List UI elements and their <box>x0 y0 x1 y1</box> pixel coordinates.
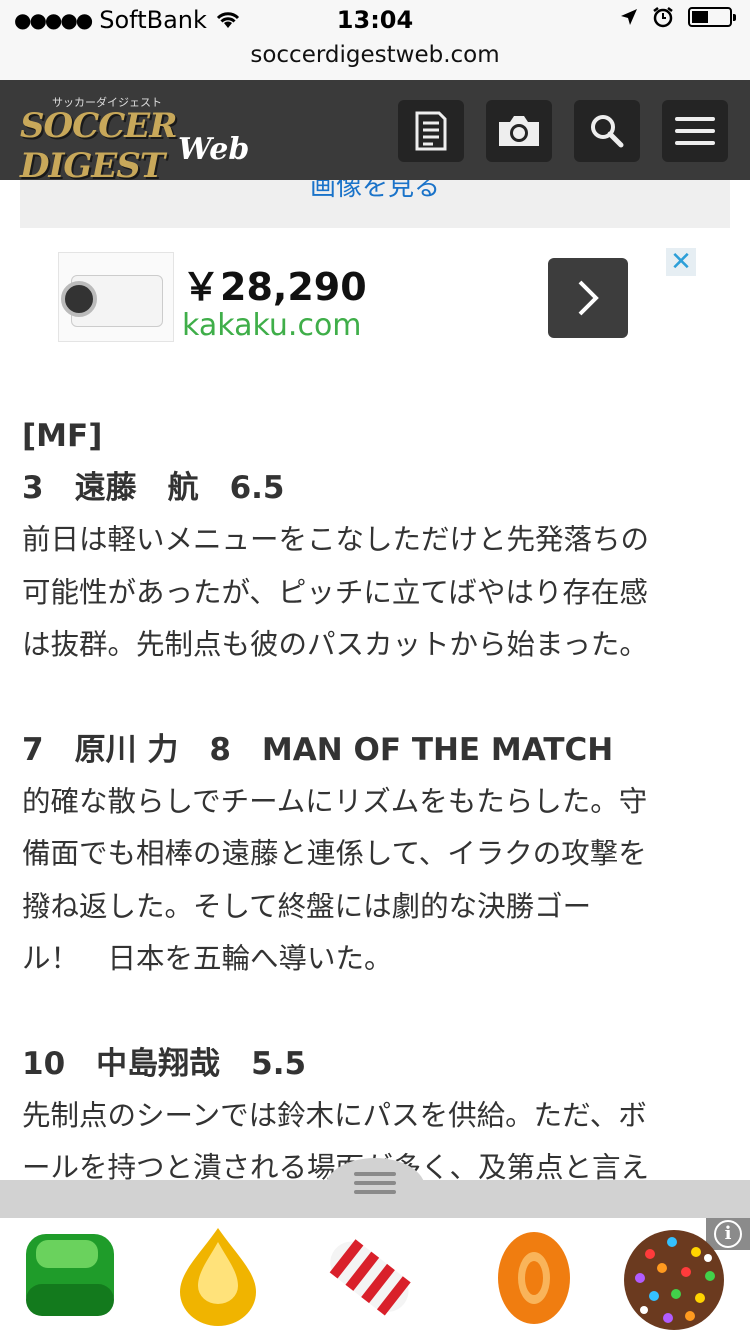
striped-candy-icon <box>329 1239 411 1316</box>
player-comment-line: 前日は軽いメニューをこなしただけと先発落ちの <box>22 523 650 556</box>
site-logo[interactable]: サッカーダイジェスト SOCCER DIGEST Web <box>20 92 250 186</box>
logo-web-script: Web <box>178 132 250 167</box>
menu-icon <box>675 117 715 145</box>
ad-banner[interactable]: ￥28,290 kakaku.com ✕ <box>0 240 750 360</box>
player-comment-line: 撥ね返した。そして終盤には劇的な決勝ゴー <box>22 889 592 923</box>
camera-icon <box>499 116 539 146</box>
search-button[interactable] <box>574 100 640 162</box>
player-comment-line: 先制点のシーンでは鈴木にパスを供給。ただ、ボ <box>22 1098 647 1132</box>
ad-close-button[interactable]: ✕ <box>666 248 696 276</box>
search-icon <box>591 115 624 148</box>
site-header: サッカーダイジェスト SOCCER DIGEST Web <box>0 80 750 186</box>
color-bomb-candy-icon <box>624 1230 724 1330</box>
chevron-right-icon <box>578 280 599 316</box>
ad-go-button[interactable] <box>548 258 628 338</box>
article-list-button[interactable] <box>398 100 464 162</box>
orange-candy-icon <box>498 1232 570 1324</box>
battery-icon <box>688 7 736 27</box>
green-candy-icon <box>26 1234 114 1316</box>
url-domain: soccerdigestweb.com <box>250 42 500 68</box>
url-bar[interactable]: soccerdigestweb.com <box>0 40 750 80</box>
player-comment-line: は抜群。先制点も彼のパスカットから始まった。 <box>22 628 648 661</box>
player-heading: 7 原川 力 8 MAN OF THE MATCH <box>22 731 614 768</box>
article-list-icon <box>415 111 447 151</box>
player-comment-line: 的確な散らしでチームにリズムをもたらした。守 <box>22 784 648 818</box>
game-ad-banner[interactable]: i <box>0 1218 750 1334</box>
menu-button[interactable] <box>662 100 728 162</box>
alarm-icon <box>653 7 673 28</box>
location-arrow-icon <box>621 9 637 25</box>
status-bar: ●●●●● SoftBank 13:04 <box>0 0 750 40</box>
ad-site-name[interactable]: kakaku.com <box>182 308 362 343</box>
ad-price[interactable]: ￥28,290 <box>182 256 367 311</box>
gallery-box: 画像を見る <box>20 180 730 228</box>
yellow-drop-candy-icon <box>180 1228 256 1326</box>
article-body: [MF] 3 遠藤 航 6.5 前日は軽いメニューをこなしただけと先発落ちの 可… <box>22 410 732 1195</box>
view-images-link[interactable]: 画像を見る <box>20 180 730 203</box>
drag-handle-icon[interactable] <box>354 1172 396 1199</box>
position-heading: [MF] <box>22 418 103 454</box>
camcorder-image[interactable] <box>58 252 174 342</box>
player-comment-line: ル！ 日本を五輪へ導いた。 <box>22 942 393 975</box>
player-heading: 10 中島翔哉 5.5 <box>22 1045 307 1082</box>
photo-gallery-button[interactable] <box>486 100 552 162</box>
bottom-ad-drawer[interactable] <box>0 1158 750 1220</box>
player-comment-line: 備面でも相棒の遠藤と連係して、イラクの攻撃を <box>22 837 647 870</box>
player-comment-line: 可能性があったが、ピッチに立てばやはり存在感 <box>22 575 648 609</box>
player-heading: 3 遠藤 航 6.5 <box>22 470 285 506</box>
